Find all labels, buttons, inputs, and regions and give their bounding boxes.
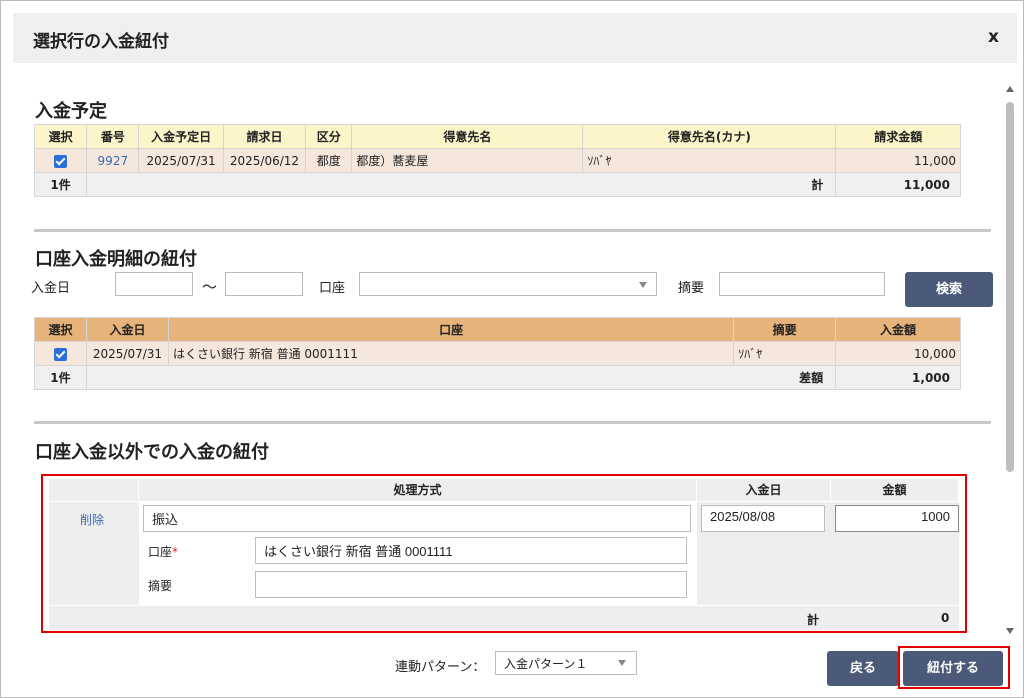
account-filter-label: 口座 bbox=[319, 281, 346, 296]
deposit-account: はくさい銀行 新宿 普通 0001111 bbox=[167, 341, 735, 366]
difference-label: 差額 bbox=[85, 365, 837, 390]
section-bank-title: 口座入金明細の紐付 bbox=[35, 249, 197, 270]
invoice-amount: 11,000 bbox=[835, 148, 961, 173]
deposit-summary: ｿﾊﾞﾔ bbox=[733, 341, 837, 366]
method-input[interactable]: 振込 bbox=[143, 505, 691, 532]
other-payment-panel: 処理方式 入金日 金額 削除 振込 口座* はくさい銀行 新宿 普通 00011… bbox=[41, 474, 967, 633]
col-category: 区分 bbox=[305, 124, 353, 149]
col-due-date: 入金予定日 bbox=[138, 124, 224, 149]
highlight-frame bbox=[898, 646, 1010, 689]
row-select-checkbox[interactable] bbox=[53, 347, 67, 361]
deposit-amount: 10,000 bbox=[835, 341, 961, 366]
summary-label: 摘要 bbox=[148, 579, 173, 593]
total-amount: 0 bbox=[941, 611, 950, 625]
col-account: 口座 bbox=[167, 317, 735, 342]
col-amount: 金額 bbox=[831, 479, 959, 501]
section-divider bbox=[34, 229, 991, 232]
row-select-checkbox[interactable] bbox=[54, 154, 68, 168]
bank-details-table: 選択 入金日 口座 摘要 入金額 2025/07/31 はくさい銀行 新宿 普通… bbox=[34, 317, 961, 390]
col-date: 入金日 bbox=[697, 479, 831, 501]
total-label: 計 bbox=[86, 172, 837, 197]
other-payment-footer bbox=[49, 606, 959, 630]
table-footer-row: 1件 差額 1,000 bbox=[34, 365, 961, 390]
account-label: 口座* bbox=[148, 543, 178, 560]
back-button[interactable]: 戻る bbox=[827, 651, 899, 686]
scheduled-payments-table: 選択 番号 入金予定日 請求日 区分 得意先名 得意先名(カナ) 請求金額 99… bbox=[33, 124, 961, 197]
scroll-up-icon[interactable] bbox=[1006, 86, 1014, 92]
customer-kana: ｿﾊﾞﾔ bbox=[582, 148, 837, 173]
summary-input[interactable] bbox=[719, 272, 885, 296]
col-customer-kana: 得意先名(カナ) bbox=[582, 124, 837, 149]
table-row: 9927 2025/07/31 2025/06/12 都度 都度）蕎麦屋 ｿﾊﾞ… bbox=[33, 148, 961, 173]
total-amount: 11,000 bbox=[835, 172, 961, 197]
date-range-tilde: ～ bbox=[202, 278, 218, 296]
col-method: 処理方式 bbox=[139, 479, 697, 501]
pattern-select[interactable]: 入金パターン１ bbox=[495, 651, 637, 675]
account-input[interactable]: はくさい銀行 新宿 普通 0001111 bbox=[255, 537, 687, 564]
close-button[interactable]: x bbox=[988, 27, 999, 47]
summary-filter-label: 摘要 bbox=[678, 281, 705, 296]
required-mark: * bbox=[172, 545, 179, 559]
col-summary: 摘要 bbox=[733, 317, 837, 342]
chevron-down-icon bbox=[639, 282, 647, 288]
col-action bbox=[49, 479, 139, 501]
date-from-input[interactable] bbox=[115, 272, 193, 296]
section-other-title: 口座入金以外での入金の紐付 bbox=[35, 442, 269, 463]
dialog-header: 選択行の入金紐付 x bbox=[13, 13, 1017, 63]
vertical-scrollbar[interactable] bbox=[1003, 86, 1017, 634]
total-label: 計 bbox=[807, 613, 820, 627]
scroll-thumb[interactable] bbox=[1006, 102, 1014, 472]
invoice-number-link[interactable]: 9927 bbox=[86, 148, 140, 173]
section-scheduled-title: 入金予定 bbox=[35, 101, 107, 122]
deposit-date: 2025/07/31 bbox=[85, 341, 169, 366]
dialog-title: 選択行の入金紐付 bbox=[33, 32, 169, 52]
col-select: 選択 bbox=[33, 124, 88, 149]
amount-input[interactable]: 1000 bbox=[835, 505, 959, 532]
table-row: 2025/07/31 はくさい銀行 新宿 普通 0001111 ｿﾊﾞﾔ 10,… bbox=[34, 341, 961, 366]
col-amount: 請求金額 bbox=[835, 124, 961, 149]
col-customer: 得意先名 bbox=[351, 124, 584, 149]
date-filter-label: 入金日 bbox=[31, 281, 71, 296]
customer-name: 都度）蕎麦屋 bbox=[351, 148, 584, 173]
category: 都度 bbox=[305, 148, 353, 173]
invoice-date: 2025/06/12 bbox=[222, 148, 307, 173]
table-header-row: 選択 番号 入金予定日 請求日 区分 得意先名 得意先名(カナ) 請求金額 bbox=[33, 124, 961, 149]
deposit-date-input[interactable]: 2025/08/08 bbox=[701, 505, 825, 532]
col-invoice-date: 請求日 bbox=[222, 124, 307, 149]
difference-amount: 1,000 bbox=[835, 365, 961, 390]
due-date: 2025/07/31 bbox=[138, 148, 224, 173]
col-select: 選択 bbox=[34, 317, 87, 342]
pattern-label: 連動パターン： bbox=[395, 660, 486, 675]
chevron-down-icon bbox=[618, 660, 626, 666]
search-button[interactable]: 検索 bbox=[905, 272, 993, 307]
scroll-down-icon[interactable] bbox=[1006, 628, 1014, 634]
record-count: 1件 bbox=[33, 172, 88, 197]
delete-link[interactable]: 削除 bbox=[80, 511, 104, 528]
account-label-text: 口座 bbox=[148, 545, 173, 559]
table-footer-row: 1件 計 11,000 bbox=[33, 172, 961, 197]
table-header-row: 選択 入金日 口座 摘要 入金額 bbox=[34, 317, 961, 342]
date-to-input[interactable] bbox=[225, 272, 303, 296]
summary-input[interactable] bbox=[255, 571, 687, 598]
account-select[interactable] bbox=[359, 272, 657, 296]
col-deposit-date: 入金日 bbox=[85, 317, 169, 342]
section-divider bbox=[34, 421, 991, 424]
col-deposit-amount: 入金額 bbox=[835, 317, 961, 342]
record-count: 1件 bbox=[34, 365, 87, 390]
link-payment-dialog: 選択行の入金紐付 x 入金予定 選択 番号 入金予定日 請求日 区分 得意先名 … bbox=[0, 0, 1024, 698]
col-number: 番号 bbox=[86, 124, 140, 149]
